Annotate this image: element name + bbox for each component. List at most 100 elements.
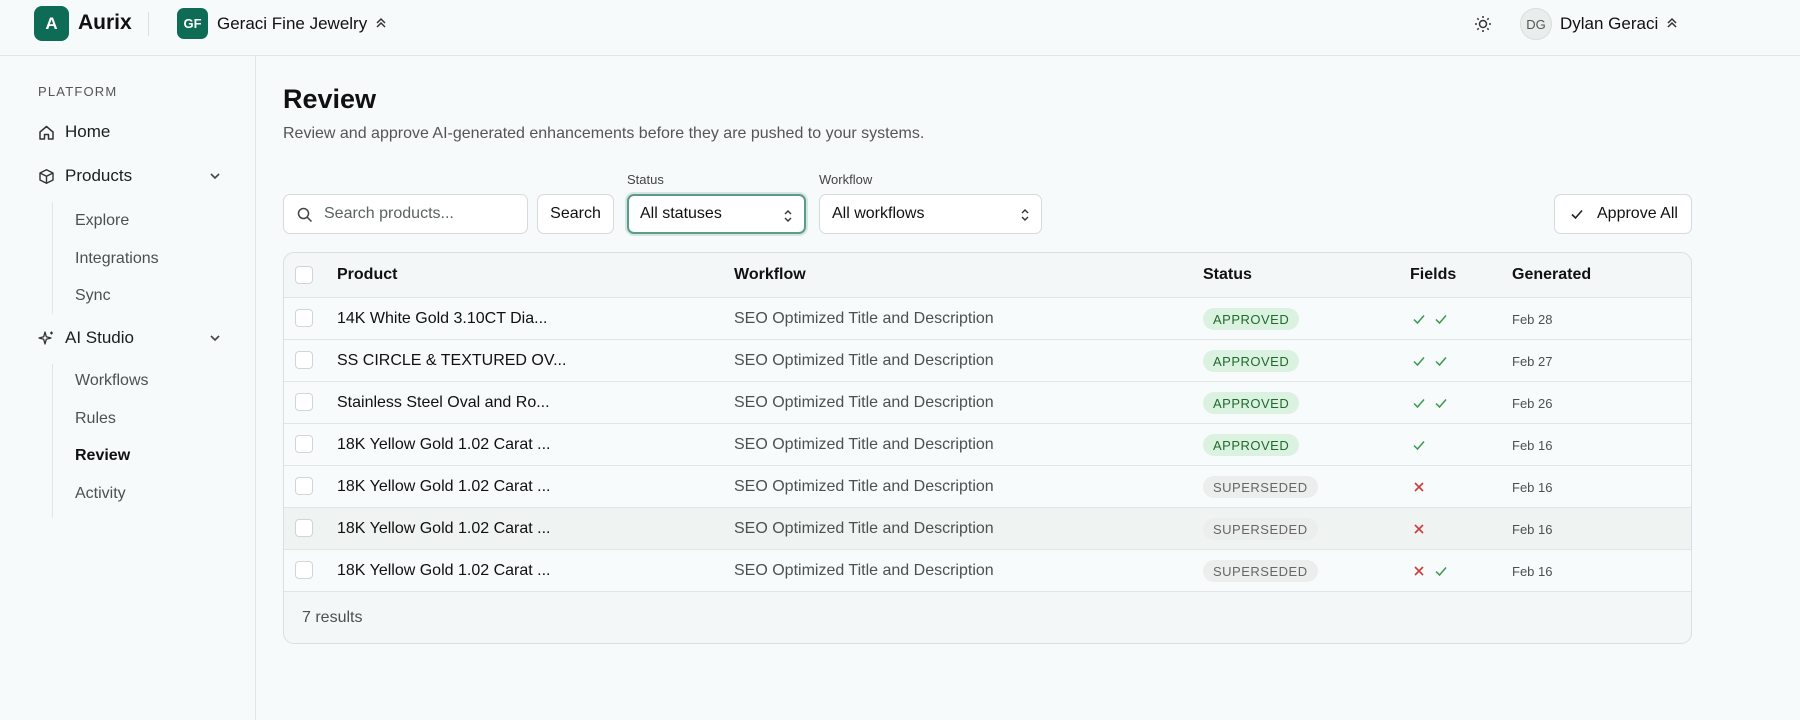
sidebar-item-explore[interactable]: Explore <box>75 212 129 230</box>
app-name[interactable]: Aurix <box>78 11 132 35</box>
search-field[interactable] <box>283 194 528 234</box>
chevrons-up-down-icon[interactable] <box>1664 14 1680 32</box>
page-subtitle: Review and approve AI-generated enhancem… <box>283 125 925 142</box>
check-icon <box>1413 399 1425 409</box>
user-menu-label[interactable]: Dylan Geraci <box>1560 14 1658 34</box>
workflow-name: SEO Optimized Title and Description <box>734 478 994 495</box>
table-row[interactable]: 18K Yellow Gold 1.02 Carat ... SEO Optimi… <box>284 424 1691 466</box>
box-icon <box>39 168 54 184</box>
product-name[interactable]: 18K Yellow Gold 1.02 Carat ... <box>337 520 550 538</box>
row-checkbox[interactable] <box>295 561 313 579</box>
row-checkbox[interactable] <box>295 477 313 495</box>
sidebar-item-review[interactable]: Review <box>75 447 130 465</box>
table-row[interactable]: Stainless Steel Oval and Ro... SEO Optimi… <box>284 382 1691 424</box>
sun-icon[interactable] <box>1472 13 1494 35</box>
fields-status <box>1412 354 1448 368</box>
product-name[interactable]: 18K Yellow Gold 1.02 Carat ... <box>337 562 550 580</box>
sparkles-icon <box>38 330 53 345</box>
row-checkbox[interactable] <box>295 435 313 453</box>
sidebar-item-products[interactable]: Products <box>38 162 132 190</box>
sidebar-item-label: Products <box>65 166 133 185</box>
sidebar-item-activity[interactable]: Activity <box>75 485 126 503</box>
sidebar-item-integrations[interactable]: Integrations <box>75 250 159 268</box>
fields-status <box>1412 396 1448 410</box>
check-icon <box>1435 399 1447 409</box>
status-filter-value: All statuses <box>640 205 722 222</box>
fields-status <box>1412 480 1426 494</box>
product-name[interactable]: 14K White Gold 3.10CT Dia... <box>337 310 547 328</box>
product-name[interactable]: 18K Yellow Gold 1.02 Carat ... <box>337 436 550 454</box>
search-input[interactable] <box>324 195 519 233</box>
product-name[interactable]: SS CIRCLE & TEXTURED OV... <box>337 352 566 370</box>
check-icon <box>1413 441 1425 451</box>
workflow-name: SEO Optimized Title and Description <box>734 436 994 453</box>
status-filter-select[interactable]: All statuses <box>627 194 806 234</box>
workflow-name: SEO Optimized Title and Description <box>734 520 994 537</box>
results-count: 7 results <box>302 609 363 626</box>
approve-all-label: Approve All <box>1597 205 1678 222</box>
page-title: Review <box>283 84 377 114</box>
x-icon <box>1414 482 1424 492</box>
generated-date: Feb 27 <box>1512 354 1553 369</box>
status-badge: APPROVED <box>1203 434 1300 456</box>
status-badge: APPROVED <box>1203 308 1300 330</box>
status-badge: APPROVED <box>1203 392 1300 414</box>
check-icon <box>1571 209 1583 220</box>
column-header-generated[interactable]: Generated <box>1512 266 1591 284</box>
review-table: Product Workflow Status Fields Generated… <box>283 252 1692 644</box>
table-row[interactable]: 18K Yellow Gold 1.02 Carat ... SEO Optimi… <box>284 466 1691 508</box>
generated-date: Feb 28 <box>1512 312 1553 327</box>
x-icon <box>1414 566 1424 576</box>
generated-date: Feb 16 <box>1512 438 1553 453</box>
row-checkbox[interactable] <box>295 309 313 327</box>
sidebar-item-workflows[interactable]: Workflows <box>75 372 149 390</box>
chevron-down-icon[interactable] <box>208 331 222 345</box>
check-icon <box>1413 357 1425 367</box>
sidebar-item-label: AI Studio <box>65 328 134 347</box>
status-badge: SUPERSEDED <box>1203 476 1318 498</box>
row-checkbox[interactable] <box>295 351 313 369</box>
workflow-filter-label: Workflow <box>819 172 873 187</box>
select-all-checkbox[interactable] <box>295 266 313 284</box>
x-icon <box>1414 524 1424 534</box>
row-checkbox[interactable] <box>295 393 313 411</box>
app-logo[interactable]: A <box>34 6 69 41</box>
approve-all-button[interactable]: Approve All <box>1554 194 1692 234</box>
fields-status <box>1412 438 1426 452</box>
check-icon <box>1435 357 1447 367</box>
table-row[interactable]: 14K White Gold 3.10CT Dia... SEO Optimize… <box>284 298 1691 340</box>
table-row[interactable]: SS CIRCLE & TEXTURED OV... SEO Optimized … <box>284 340 1691 382</box>
product-name[interactable]: 18K Yellow Gold 1.02 Carat ... <box>337 478 550 496</box>
table-row[interactable]: 18K Yellow Gold 1.02 Carat ... SEO Optimi… <box>284 550 1691 592</box>
column-header-workflow[interactable]: Workflow <box>734 266 806 284</box>
generated-date: Feb 16 <box>1512 564 1553 579</box>
table-row[interactable]: 18K Yellow Gold 1.02 Carat ... SEO Optimi… <box>284 508 1691 550</box>
org-switcher-label[interactable]: Geraci Fine Jewelry <box>217 14 367 34</box>
sidebar-item-rules[interactable]: Rules <box>75 410 116 428</box>
column-header-product[interactable]: Product <box>337 266 397 284</box>
status-filter-label: Status <box>627 172 664 187</box>
column-header-status[interactable]: Status <box>1203 266 1252 284</box>
workflow-name: SEO Optimized Title and Description <box>734 310 994 327</box>
check-icon <box>1435 567 1447 577</box>
chevrons-up-down-icon[interactable] <box>373 14 389 32</box>
workflow-name: SEO Optimized Title and Description <box>734 562 994 579</box>
user-avatar[interactable]: DG <box>1520 8 1552 40</box>
column-header-fields[interactable]: Fields <box>1410 266 1456 284</box>
generated-date: Feb 16 <box>1512 480 1553 495</box>
org-avatar[interactable]: GF <box>177 8 208 39</box>
sidebar-item-ai-studio[interactable]: AI Studio <box>38 324 134 352</box>
workflow-name: SEO Optimized Title and Description <box>734 394 994 411</box>
top-bar: A Aurix GF Geraci Fine Jewelry DG Dylan … <box>0 0 1800 56</box>
table-header: Product Workflow Status Fields Generated <box>284 253 1691 298</box>
chevron-down-icon[interactable] <box>208 169 222 183</box>
fields-status <box>1412 564 1448 578</box>
search-button[interactable]: Search <box>537 194 614 234</box>
fields-status <box>1412 522 1426 536</box>
check-icon <box>1413 315 1425 325</box>
row-checkbox[interactable] <box>295 519 313 537</box>
product-name[interactable]: Stainless Steel Oval and Ro... <box>337 394 550 412</box>
sidebar-item-home[interactable]: Home <box>38 118 110 146</box>
workflow-filter-select[interactable]: All workflows <box>819 194 1042 234</box>
sidebar-item-sync[interactable]: Sync <box>75 287 111 305</box>
